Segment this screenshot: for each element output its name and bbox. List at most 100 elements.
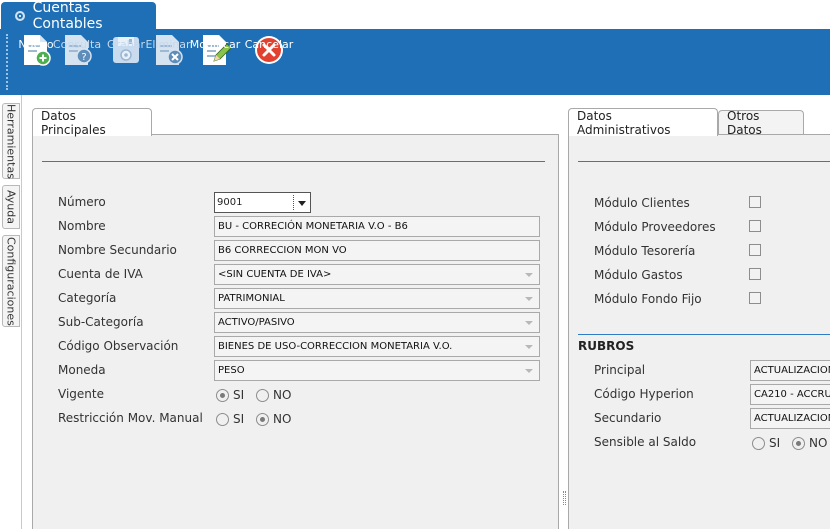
modificar-button[interactable]: Modificar [190,33,240,93]
restriccion-no-radio[interactable]: NO [256,412,291,426]
tab-otros-datos-label: Otros Datos [727,108,762,137]
side-tab-configuraciones-label: Configuraciones [4,236,18,326]
restriccion-label: Restricción Mov. Manual [58,411,203,425]
moneda-dropdown-icon[interactable] [525,369,533,373]
main-area: Datos Principales Número 9001 Nombre BU … [22,95,830,529]
side-tab-ayuda[interactable]: Ayuda [2,185,20,229]
restriccion-si-radio[interactable]: SI [216,412,244,426]
sub-categoria-value: ACTIVO/PASIVO [218,317,295,328]
sensible-saldo-si-radio[interactable]: SI [752,436,780,450]
modulo-gastos-checkbox[interactable] [749,268,761,280]
modulo-proveedores-checkbox[interactable] [749,220,761,232]
vigente-si-radio[interactable]: SI [216,388,244,402]
title-bar: Cuentas Contables [0,0,830,32]
vigente-label: Vigente [58,387,104,401]
modulo-tesoreria-label: Módulo Tesorería [594,244,696,258]
nombre-secundario-label: Nombre Secundario [58,243,177,257]
modificar-label: Modificar [189,38,241,51]
tab-datos-principales[interactable]: Datos Principales [32,108,152,137]
codigo-observacion-select[interactable]: BIENES DE USO-CORRECCION MONETARIA V.O. [214,336,540,357]
sub-categoria-select[interactable]: ACTIVO/PASIVO [214,312,540,333]
codigo-observacion-value: BIENES DE USO-CORRECCION MONETARIA V.O. [218,341,453,352]
eliminar-label: Eliminar [145,38,191,51]
administrativos-divider [578,161,830,162]
sub-categoria-dropdown-icon[interactable] [525,321,533,325]
window-tab[interactable]: Cuentas Contables [1,0,156,32]
sensible-saldo-si-label: SI [769,436,781,450]
moneda-label: Moneda [58,363,106,377]
codigo-hyperion-field[interactable]: CA210 - ACCRU [750,384,830,405]
categoria-label: Categoría [58,291,117,305]
modulo-clientes-label: Módulo Clientes [594,196,690,210]
sensible-saldo-no-label: NO [809,436,828,450]
consulta-button[interactable]: ? Consulta [53,33,101,93]
numero-value: 9001 [217,197,243,208]
rubro-principal-value: ACTUALIZACION [754,365,830,376]
side-tab-ayuda-label: Ayuda [4,190,18,224]
numero-dropdown-icon[interactable] [298,201,306,206]
rubros-title: RUBROS [578,339,635,353]
window-icon [15,10,25,21]
restriccion-si-radio-dot [216,412,229,426]
rubro-principal-label: Principal [594,363,646,377]
vigente-no-radio-dot [256,388,269,402]
cuenta-iva-dropdown-icon[interactable] [525,273,533,277]
codigo-hyperion-value: CA210 - ACCRU [754,389,830,400]
tab-datos-administrativos-label: Datos Administrativos [577,108,671,137]
window-title: Cuentas Contables [32,0,103,32]
cuenta-iva-select[interactable]: <SIN CUENTA DE IVA> [214,264,540,285]
side-tab-herramientas[interactable]: Herramientas [2,103,20,179]
restriccion-si-label: SI [233,412,245,426]
sensible-saldo-si-radio-dot [752,436,765,450]
modulo-tesoreria-checkbox[interactable] [749,244,761,256]
numero-label: Número [58,195,106,209]
codigo-hyperion-label: Código Hyperion [594,387,694,401]
nombre-label: Nombre [58,219,106,233]
side-tab-configuraciones[interactable]: Configuraciones [2,235,20,327]
grabar-label: Grabar [106,38,146,51]
toolbar: Nuevo ? Consulta Grabar Eliminar Modific… [0,29,830,95]
codigo-observacion-dropdown-icon[interactable] [525,345,533,349]
moneda-select[interactable]: PESO [214,360,540,381]
cancelar-button[interactable]: Cancelar [245,33,293,93]
rubro-secundario-value: ACTUALIZACION [754,413,830,424]
side-tab-strip: Herramientas Ayuda Configuraciones [0,95,22,529]
vigente-si-radio-dot [216,388,229,402]
sensible-saldo-label: Sensible al Saldo [594,435,697,449]
restriccion-no-label: NO [273,412,292,426]
modulo-fondo-fijo-checkbox[interactable] [749,292,761,304]
principal-divider [42,161,545,162]
nuevo-button[interactable]: Nuevo [18,33,54,93]
codigo-observacion-label: Código Observación [58,339,179,353]
rubro-principal-field[interactable]: ACTUALIZACION [750,360,830,381]
vigente-no-radio[interactable]: NO [256,388,291,402]
modulo-fondo-fijo-label: Módulo Fondo Fijo [594,292,702,306]
cuenta-iva-label: Cuenta de IVA [58,267,143,281]
nombre-secundario-field[interactable]: B6 CORRECCION MON VO [214,240,540,261]
vigente-no-label: NO [273,388,292,402]
nuevo-label: Nuevo [18,38,54,51]
sub-categoria-label: Sub-Categoría [58,315,144,329]
categoria-select[interactable]: PATRIMONIAL [214,288,540,309]
sensible-saldo-no-radio-dot [792,436,805,450]
modulo-gastos-label: Módulo Gastos [594,268,683,282]
panel-splitter[interactable] [563,491,566,505]
moneda-value: PESO [218,365,245,376]
rubros-divider [578,334,830,335]
categoria-dropdown-icon[interactable] [525,297,533,301]
nombre-field[interactable]: BU - CORRECIÓN MONETARIA V.O - B6 [214,216,540,237]
consulta-label: Consulta [52,38,102,51]
numero-combo[interactable]: 9001 [214,192,311,213]
tab-datos-administrativos[interactable]: Datos Administrativos [568,108,718,137]
side-tab-herramientas-label: Herramientas [4,103,18,179]
rubro-secundario-field[interactable]: ACTUALIZACION [750,408,830,429]
sensible-saldo-no-radio[interactable]: NO [792,436,827,450]
nombre-secundario-value: B6 CORRECCION MON VO [218,245,347,256]
toolbar-grip[interactable] [6,34,9,90]
rubro-secundario-label: Secundario [594,411,662,425]
modulo-clientes-checkbox[interactable] [749,196,761,208]
svg-text:?: ? [81,52,86,63]
tab-otros-datos[interactable]: Otros Datos [718,108,804,137]
grabar-button[interactable]: Grabar [106,33,146,93]
eliminar-button[interactable]: Eliminar [145,33,191,93]
